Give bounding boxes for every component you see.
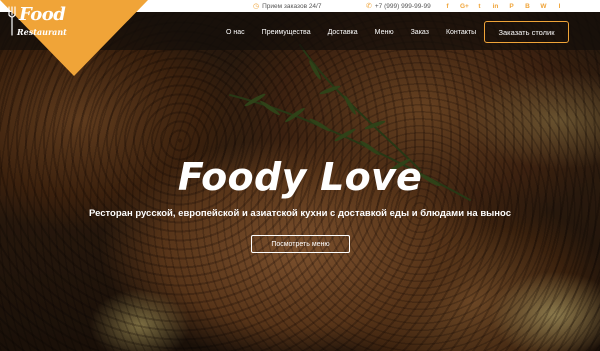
facebook-icon[interactable]: f: [444, 3, 451, 10]
phone-contact[interactable]: ✆ +7 (999) 999-99-99: [366, 0, 431, 12]
site-logo[interactable]: Food Restaurant: [6, 4, 76, 40]
clock-icon: ◷: [253, 2, 260, 10]
nav-item-contacts[interactable]: Контакты: [446, 29, 476, 36]
order-hours: ◷ Прием заказов 24/7: [253, 0, 321, 12]
nav-item-delivery[interactable]: Доставка: [328, 29, 358, 36]
nav-item-about[interactable]: О нас: [226, 29, 245, 36]
reserve-table-button[interactable]: Заказать столик: [484, 21, 569, 43]
logo-text-food: Food: [19, 4, 66, 25]
order-hours-text: Прием заказов 24/7: [262, 2, 322, 10]
nav-item-order[interactable]: Заказ: [411, 29, 429, 36]
fork-icon: [8, 6, 16, 36]
phone-icon: ✆: [366, 2, 372, 10]
behance-icon[interactable]: B: [524, 3, 531, 10]
google-plus-icon[interactable]: G+: [460, 3, 469, 10]
nav-item-advantages[interactable]: Преимущества: [262, 29, 311, 36]
twitter-icon[interactable]: t: [476, 3, 483, 10]
whatsapp-icon[interactable]: W: [540, 3, 547, 10]
instagram-icon[interactable]: I: [556, 3, 563, 10]
logo-text-restaurant: Restaurant: [17, 27, 67, 37]
pinterest-icon[interactable]: P: [508, 3, 515, 10]
view-menu-button[interactable]: Посмотреть меню: [251, 235, 350, 253]
hero-title: Foody Love: [177, 155, 423, 199]
hero-subtitle: Ресторан русской, европейской и азиатско…: [88, 208, 511, 219]
phone-number[interactable]: +7 (999) 999-99-99: [375, 3, 431, 10]
linkedin-icon[interactable]: in: [492, 3, 499, 10]
nav-item-menu[interactable]: Меню: [375, 29, 394, 36]
main-navigation: О нас Преимущества Доставка Меню Заказ К…: [226, 12, 476, 52]
social-links: f G+ t in P B W I: [444, 0, 563, 12]
